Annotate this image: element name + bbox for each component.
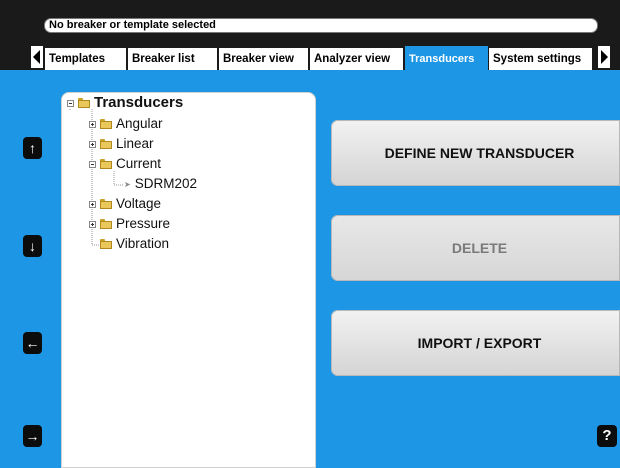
transducer-tree-panel: Transducers Angular Linear Current ➤ SDR…: [61, 92, 316, 468]
tab-scroll-right-button[interactable]: [598, 46, 610, 68]
delete-button[interactable]: DELETE: [331, 215, 620, 281]
define-new-transducer-button[interactable]: DEFINE NEW TRANSDUCER: [331, 120, 620, 186]
folder-icon: [100, 159, 112, 169]
folder-icon: [100, 239, 112, 249]
navigate-left-button[interactable]: ←: [23, 332, 42, 354]
collapse-icon[interactable]: [89, 160, 96, 168]
tree-node-current[interactable]: Current: [89, 155, 161, 173]
expand-icon[interactable]: [89, 140, 96, 148]
arrow-right-icon: [601, 50, 608, 64]
folder-icon: [100, 139, 112, 149]
tab-analyzer-view[interactable]: Analyzer view: [310, 48, 403, 70]
status-field: No breaker or template selected: [44, 18, 598, 33]
tab-system-settings[interactable]: System settings: [489, 48, 592, 70]
folder-icon: [78, 98, 90, 108]
expand-icon[interactable]: [89, 120, 96, 128]
expand-icon[interactable]: [89, 200, 96, 208]
tree-node-root[interactable]: Transducers: [67, 94, 183, 112]
tree-node-vibration[interactable]: Vibration: [100, 235, 169, 253]
folder-icon: [100, 219, 112, 229]
tree-node-voltage[interactable]: Voltage: [89, 195, 161, 213]
tab-templates[interactable]: Templates: [45, 48, 126, 70]
tab-breaker-view[interactable]: Breaker view: [219, 48, 308, 70]
expand-icon[interactable]: [89, 220, 96, 228]
tree-node-pressure[interactable]: Pressure: [89, 215, 170, 233]
tab-transducers[interactable]: Transducers: [405, 46, 488, 70]
help-button[interactable]: ?: [597, 425, 617, 447]
scroll-up-button[interactable]: ↑: [23, 137, 42, 159]
tree-node-linear[interactable]: Linear: [89, 135, 154, 153]
tree-node-angular[interactable]: Angular: [89, 115, 163, 133]
transducers-screen: No breaker or template selected Template…: [0, 0, 620, 468]
tab-breaker-list[interactable]: Breaker list: [128, 48, 217, 70]
import-export-button[interactable]: IMPORT / EXPORT: [331, 310, 620, 376]
folder-icon: [100, 199, 112, 209]
transducer-item-icon: ➤: [124, 179, 131, 189]
arrow-left-icon: [33, 50, 40, 64]
scroll-down-button[interactable]: ↓: [23, 235, 42, 257]
folder-icon: [100, 119, 112, 129]
tab-bar: Templates Breaker list Breaker view Anal…: [0, 38, 620, 70]
tree-node-sdrm202[interactable]: ➤ SDRM202: [122, 175, 197, 193]
collapse-icon[interactable]: [67, 99, 74, 107]
top-bar: No breaker or template selected: [0, 0, 620, 38]
navigate-right-button[interactable]: →: [23, 425, 42, 447]
tab-scroll-left-button[interactable]: [31, 46, 43, 68]
